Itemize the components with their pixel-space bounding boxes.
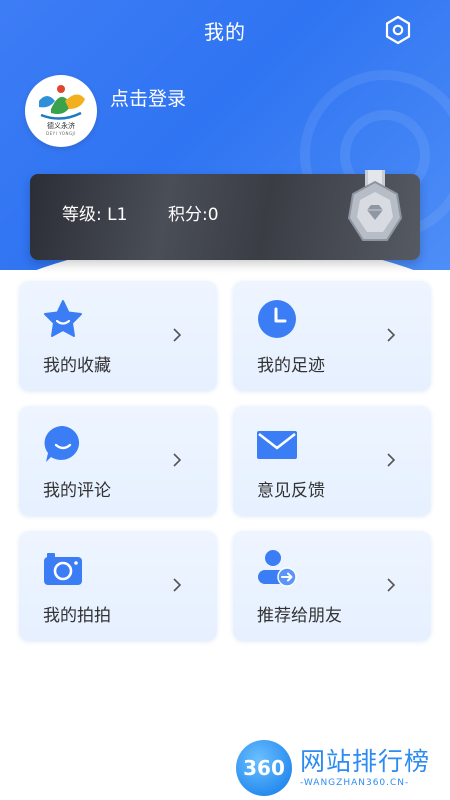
menu-item-feedback[interactable]: 意见反馈 bbox=[233, 406, 431, 516]
watermark: 360 网站排行榜 -WANGZHAN360.CN- bbox=[236, 738, 446, 796]
chat-bubble-icon bbox=[44, 425, 80, 462]
login-link[interactable]: 点击登录 bbox=[110, 84, 186, 111]
chevron-right-icon bbox=[173, 578, 182, 592]
menu-item-label: 意见反馈 bbox=[257, 481, 325, 501]
menu-item-photos[interactable]: 我的拍拍 bbox=[19, 531, 217, 641]
silver-medal-icon bbox=[347, 170, 403, 241]
menu-item-favorites[interactable]: 我的收藏 bbox=[19, 281, 217, 391]
menu-item-label: 推荐给朋友 bbox=[257, 606, 342, 626]
avatar-logo-subtext: DEYI YONGJI bbox=[46, 131, 76, 136]
chevron-right-icon bbox=[387, 453, 396, 467]
camera-icon bbox=[44, 553, 82, 585]
level-label: 等级: L1 bbox=[62, 205, 128, 225]
watermark-title: 网站排行榜 bbox=[300, 747, 431, 776]
chevron-right-icon bbox=[173, 328, 182, 342]
menu-item-comments[interactable]: 我的评论 bbox=[19, 406, 217, 516]
avatar[interactable]: 德义永济 DEYI YONGJI bbox=[25, 75, 97, 147]
share-user-icon bbox=[258, 550, 297, 587]
menu-item-label: 我的评论 bbox=[43, 481, 111, 501]
avatar-logo-text: 德义永济 bbox=[47, 122, 75, 130]
clock-icon bbox=[258, 300, 296, 338]
watermark-domain: -WANGZHAN360.CN- bbox=[300, 778, 410, 788]
chevron-right-icon bbox=[173, 453, 182, 467]
watermark-logo: 360 bbox=[236, 740, 292, 796]
settings-button[interactable] bbox=[382, 14, 414, 46]
chevron-right-icon bbox=[387, 328, 396, 342]
hexagon-settings-icon bbox=[385, 15, 411, 45]
menu-item-share[interactable]: 推荐给朋友 bbox=[233, 531, 431, 641]
envelope-icon bbox=[257, 431, 297, 459]
chevron-right-icon bbox=[387, 578, 396, 592]
menu-item-history[interactable]: 我的足迹 bbox=[233, 281, 431, 391]
menu-item-label: 我的拍拍 bbox=[43, 606, 111, 626]
star-icon bbox=[44, 300, 82, 337]
level-card: 等级: L1 积分:0 bbox=[30, 170, 420, 260]
app-logo-icon bbox=[39, 85, 85, 120]
menu-item-label: 我的收藏 bbox=[43, 356, 111, 376]
menu-item-label: 我的足迹 bbox=[257, 356, 325, 376]
points-label: 积分:0 bbox=[168, 205, 219, 225]
